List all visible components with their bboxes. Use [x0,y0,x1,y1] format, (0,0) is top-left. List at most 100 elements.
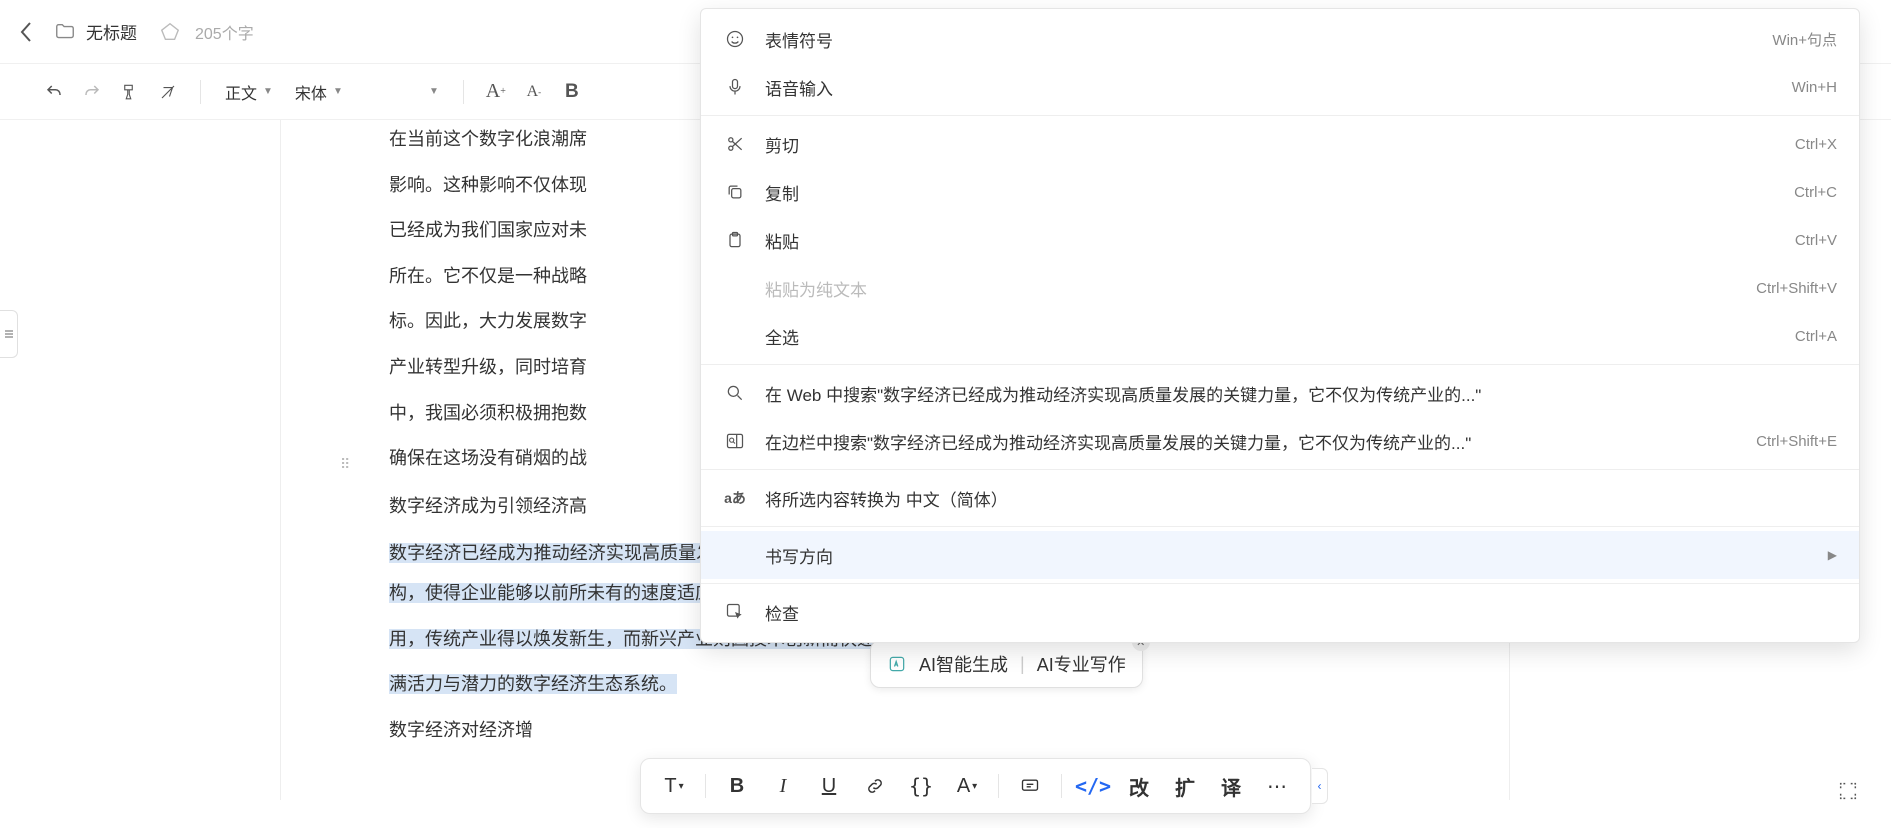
chevron-left-icon [19,21,33,43]
menu-label: 语音输入 [765,75,1772,100]
font-size-select[interactable]: ▼ [357,86,447,97]
menu-label: 在 Web 中搜索"数字经济已经成为推动经济实现高质量发展的关键力量，它不仅为传… [765,381,1837,406]
menu-label: 全选 [765,324,1775,349]
block-drag-handle[interactable]: ⠿ [340,456,348,473]
chevron-right-icon: ▶ [1828,548,1837,562]
translate-button[interactable]: 译 [1212,767,1250,805]
chevron-down-icon: ▼ [429,86,439,97]
scissors-icon [723,132,747,156]
menu-label: 剪切 [765,132,1775,157]
menu-item-inspect[interactable]: 检查 [701,588,1859,636]
chevron-down-icon: ▼ [263,86,273,97]
menu-separator [701,469,1859,470]
menu-label: 表情符号 [765,27,1752,52]
font-color-button[interactable]: A▾ [948,767,986,805]
inspect-icon [723,600,747,624]
selection-toolbar: T▾ B I U {} A▾ </> 改 扩 译 ⋯ ‹ [640,758,1311,814]
format-painter-button[interactable] [114,76,146,108]
copy-icon [723,180,747,204]
outline-toggle[interactable] [0,310,18,358]
menu-item-translate[interactable]: aあ 将所选内容转换为 中文（简体） [701,474,1859,522]
clear-format-button[interactable] [152,76,184,108]
rewrite-button[interactable]: 改 [1120,767,1158,805]
menu-item-sidebar-search[interactable]: 在边栏中搜索"数字经济已经成为推动经济实现高质量发展的关键力量，它不仅为传统产业… [701,417,1859,465]
toolbar-separator [200,80,201,104]
blank-icon: · [723,324,747,348]
context-menu: 表情符号 Win+句点 语音输入 Win+H 剪切 Ctrl+X 复制 Ctrl… [700,8,1860,643]
increase-font-button[interactable]: A+ [480,76,512,108]
tag-icon[interactable] [159,21,181,43]
menu-shortcut: Ctrl+X [1795,136,1837,153]
toolbar-separator [998,774,999,798]
menu-item-paste[interactable]: 粘贴 Ctrl+V [701,216,1859,264]
undo-button[interactable] [38,76,70,108]
toolbar-separator [463,80,464,104]
menu-separator [701,364,1859,365]
underline-button[interactable]: U [810,767,848,805]
menu-shortcut: Win+句点 [1772,29,1837,50]
ai-generate-button[interactable]: AI智能生成 [919,651,1008,677]
menu-shortcut: Ctrl+A [1795,328,1837,345]
pill-separator: | [1020,654,1025,675]
menu-item-select-all[interactable]: · 全选 Ctrl+A [701,312,1859,360]
text-style-button[interactable]: T▾ [655,767,693,805]
fullscreen-button[interactable] [1831,774,1865,808]
chevron-down-icon: ▼ [333,86,343,97]
folder-icon [54,21,76,43]
menu-label: 在边栏中搜索"数字经济已经成为推动经济实现高质量发展的关键力量，它不仅为传统产业… [765,429,1736,454]
font-family-select[interactable]: 宋体 ▼ [287,80,351,104]
paragraph: 数字经济对经济增 [389,711,1401,751]
translate-icon: aあ [723,486,747,510]
decrease-font-button[interactable]: A- [518,76,550,108]
menu-shortcut: Ctrl+V [1795,232,1837,249]
sidebar-search-icon [723,429,747,453]
bold-button[interactable]: B [556,76,588,108]
menu-item-voice[interactable]: 语音输入 Win+H [701,63,1859,111]
ai-pro-write-button[interactable]: AI专业写作 [1037,651,1126,677]
search-icon [723,381,747,405]
menu-shortcut: Ctrl+Shift+V [1756,280,1837,297]
menu-item-writing-direction[interactable]: · 书写方向 ▶ [701,531,1859,579]
back-button[interactable] [12,18,40,46]
clipboard-icon [723,228,747,252]
comment-button[interactable] [1011,767,1049,805]
menu-item-web-search[interactable]: 在 Web 中搜索"数字经济已经成为推动经济实现高质量发展的关键力量，它不仅为传… [701,369,1859,417]
menu-item-emoji[interactable]: 表情符号 Win+句点 [701,15,1859,63]
redo-button[interactable] [76,76,108,108]
document-title[interactable]: 无标题 [86,19,137,44]
paragraph-style-select[interactable]: 正文 ▼ [217,80,281,104]
toolbar-separator [1061,774,1062,798]
expand-button[interactable]: 扩 [1166,767,1204,805]
menu-item-paste-plain: · 粘贴为纯文本 Ctrl+Shift+V [701,264,1859,312]
menu-label: 粘贴 [765,228,1775,253]
emoji-icon [723,27,747,51]
ai-icon [887,654,907,674]
menu-separator [701,583,1859,584]
selected-text: 满活力与潜力的数字经济生态系统。 [389,674,677,694]
word-count: 205个字 [195,20,254,44]
menu-label: 将所选内容转换为 中文（简体） [765,486,1837,511]
more-button[interactable]: ⋯ [1258,767,1296,805]
microphone-icon [723,75,747,99]
menu-label: 检查 [765,600,1837,625]
menu-shortcut: Ctrl+C [1794,184,1837,201]
style-select-label: 正文 [225,80,257,104]
menu-item-cut[interactable]: 剪切 Ctrl+X [701,120,1859,168]
toolbar-separator [705,774,706,798]
link-button[interactable] [856,767,894,805]
menu-label: 书写方向 [765,543,1816,568]
collapse-toolbar-button[interactable]: ‹ [1312,768,1328,804]
menu-separator [701,115,1859,116]
menu-icon [3,328,15,340]
menu-shortcut: Ctrl+Shift+E [1756,433,1837,450]
ai-suggestion-pill: AI智能生成 | AI专业写作 ✕ [870,640,1143,688]
blank-icon: · [723,276,747,300]
menu-item-copy[interactable]: 复制 Ctrl+C [701,168,1859,216]
bold-button[interactable]: B [718,767,756,805]
code-button[interactable]: {} [902,767,940,805]
fullscreen-icon [1837,780,1859,802]
menu-separator [701,526,1859,527]
font-select-label: 宋体 [295,80,327,104]
italic-button[interactable]: I [764,767,802,805]
code-block-button[interactable]: </> [1074,767,1112,805]
